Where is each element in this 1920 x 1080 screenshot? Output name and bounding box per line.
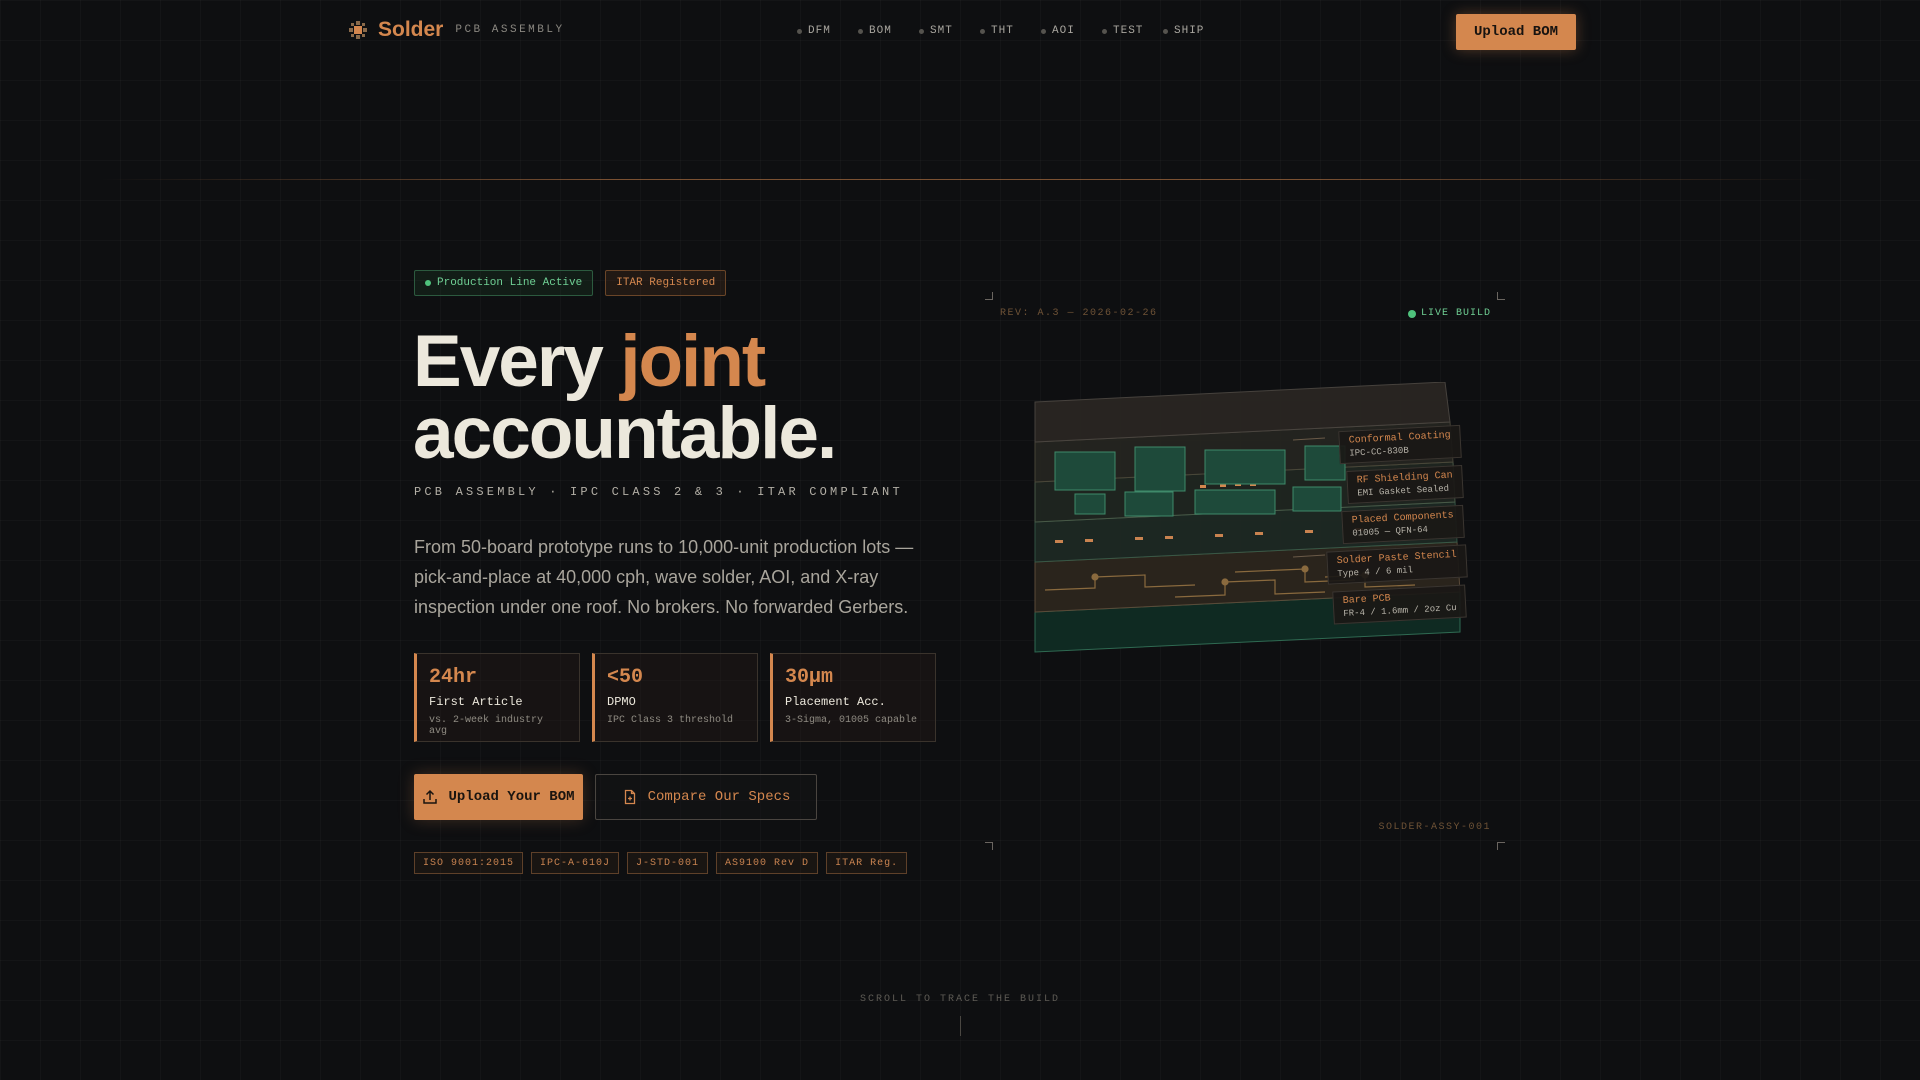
revision-label: REV: A.3 — 2026-02-26 (1000, 308, 1158, 319)
nav-link-ship[interactable]: SHIP (1163, 25, 1224, 37)
stat-note: vs. 2-week industry avg (429, 715, 544, 737)
nav-link-aoi[interactable]: AOI (1041, 25, 1102, 37)
scroll-indicator-line (960, 1016, 961, 1036)
stat-card-placement: 30µm Placement Acc. 3-Sigma, 01005 capab… (770, 653, 936, 742)
layer-label-placed-components: Placed Components 01005 — QFN-64 (1341, 504, 1465, 545)
nav-link-tht[interactable]: THT (980, 25, 1041, 37)
document-icon (624, 789, 635, 805)
cert-badge: IPC-A-610J (531, 852, 620, 874)
hero-tagline: PCB ASSEMBLY · IPC CLASS 2 & 3 · ITAR CO… (414, 485, 903, 499)
dot-icon (858, 28, 863, 34)
headline-accent: joint (620, 321, 766, 402)
nav-link-label: TEST (1113, 25, 1144, 37)
compare-specs-button[interactable]: Compare Our Specs (595, 774, 817, 820)
nav-link-label: THT (991, 25, 1014, 37)
nav-link-label: SHIP (1174, 25, 1205, 37)
brand-subtitle: PCB ASSEMBLY (455, 24, 565, 36)
top-nav: Solder PCB ASSEMBLY DFM BOM SMT THT AOI … (0, 0, 1920, 64)
layer-label-conformal-coating: Conformal Coating IPC-CC-830B (1338, 424, 1462, 465)
frame-corner (1497, 292, 1505, 300)
upload-your-bom-button[interactable]: Upload Your BOM (414, 774, 583, 820)
nav-link-bom[interactable]: BOM (858, 25, 919, 37)
compare-specs-label: Compare Our Specs (647, 789, 791, 805)
nav-link-smt[interactable]: SMT (919, 25, 980, 37)
status-dot-icon (425, 280, 431, 286)
upload-bom-nav-button[interactable]: Upload BOM (1456, 14, 1576, 50)
stats-row: 24hr First Article vs. 2-week industry a… (414, 653, 936, 742)
scroll-hint: SCROLL TO TRACE THE BUILD (859, 994, 1061, 1005)
stat-label: DPMO (607, 695, 636, 709)
dot-icon (919, 28, 924, 34)
nav-link-label: SMT (930, 25, 953, 37)
stat-value: 24hr (429, 666, 478, 689)
pcb-stack-visual: REV: A.3 — 2026-02-26 LIVE BUILD Conform… (985, 292, 1505, 850)
nav-link-test[interactable]: TEST (1102, 25, 1163, 37)
headline-line2: accountable. (413, 393, 837, 474)
nav-link-dfm[interactable]: DFM (797, 25, 858, 37)
dot-icon (1163, 28, 1168, 34)
nav-link-label: DFM (808, 25, 831, 37)
stat-card-dpmo: <50 DPMO IPC Class 3 threshold (592, 653, 758, 742)
live-build-indicator: LIVE BUILD (1407, 308, 1491, 319)
dot-icon (1041, 28, 1046, 34)
upload-icon (423, 789, 438, 804)
stat-label: Placement Acc. (785, 695, 886, 709)
hero-headline: Every joint accountable. (413, 325, 837, 470)
cert-badge: ITAR Reg. (826, 852, 908, 874)
hero-description: From 50-board prototype runs to 10,000-u… (414, 537, 914, 617)
stat-value: <50 (607, 666, 644, 689)
nav-links: DFM BOM SMT THT AOI TEST SHIP (797, 25, 1224, 37)
brand[interactable]: Solder PCB ASSEMBLY (348, 18, 565, 42)
cert-badge: J-STD-001 (627, 852, 709, 874)
stat-card-first-article: 24hr First Article vs. 2-week industry a… (414, 653, 580, 742)
live-dot-icon (1407, 309, 1416, 318)
frame-corner (985, 842, 993, 850)
cert-badge: ISO 9001:2015 (414, 852, 524, 874)
nav-link-label: AOI (1052, 25, 1075, 37)
assembly-id: SOLDER-ASSY-001 (1378, 822, 1491, 833)
layer-label-bare-pcb: Bare PCB FR-4 / 1.6mm / 2oz Cu (1332, 584, 1468, 625)
stat-value: 30µm (785, 666, 834, 689)
stat-note: 3-Sigma, 01005 capable (785, 715, 918, 726)
dot-icon (797, 28, 802, 34)
cert-badge: AS9100 Rev D (716, 852, 819, 874)
production-active-label: Production Line Active (437, 277, 583, 289)
dot-icon (1102, 28, 1107, 34)
frame-corner (1497, 842, 1505, 850)
production-active-badge: Production Line Active (414, 270, 594, 296)
brand-name: Solder (378, 18, 444, 41)
headline-part: Every (413, 321, 621, 402)
layer-label-rf-shield: RF Shielding Can EMI Gasket Sealed (1346, 464, 1464, 505)
hero-ctas: Upload Your BOM Compare Our Specs (414, 774, 817, 820)
gear-logo-icon (349, 21, 367, 39)
section-divider (100, 179, 1820, 180)
status-badges: Production Line Active ITAR Registered (414, 270, 727, 296)
live-build-label: LIVE BUILD (1420, 308, 1491, 319)
dot-icon (980, 28, 985, 34)
stat-note: IPC Class 3 threshold (607, 715, 734, 726)
nav-link-label: BOM (869, 25, 892, 37)
itar-badge: ITAR Registered (605, 270, 727, 296)
stat-label: First Article (429, 695, 523, 709)
certifications: ISO 9001:2015 IPC-A-610J J-STD-001 AS910… (414, 852, 908, 874)
frame-corner (985, 292, 993, 300)
upload-your-bom-label: Upload Your BOM (448, 789, 575, 805)
